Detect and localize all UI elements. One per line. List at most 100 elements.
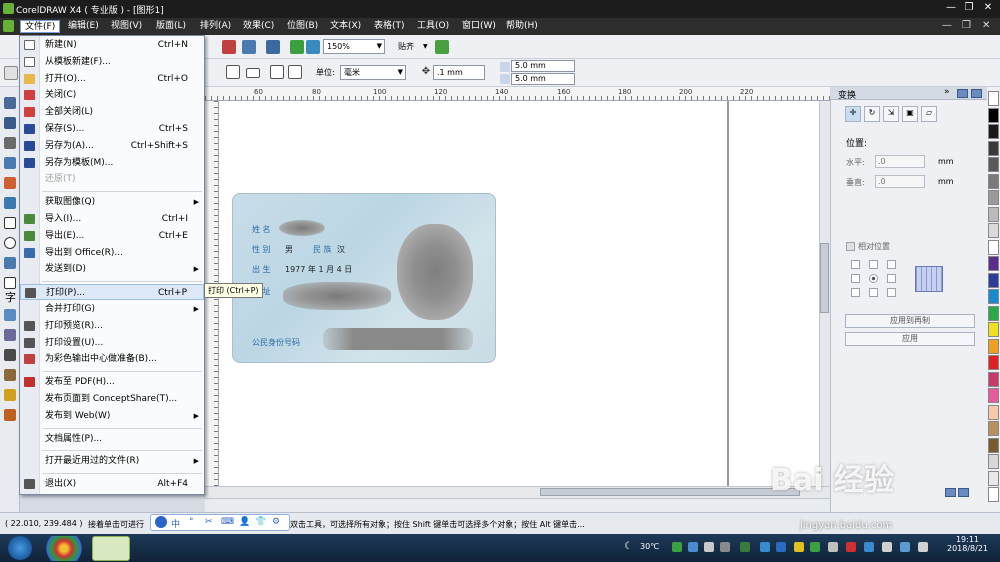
rotate-tab-icon[interactable]: ↻ <box>864 106 880 122</box>
chrome-taskbar-icon[interactable] <box>45 536 83 561</box>
menu-bitmaps[interactable]: 位图(B) <box>283 20 322 33</box>
color-swatch[interactable] <box>988 404 999 420</box>
network-icon[interactable] <box>900 542 910 552</box>
docker-expand-icon[interactable]: » <box>944 87 950 97</box>
color-swatch[interactable] <box>988 272 999 288</box>
coreldraw-taskbar-icon[interactable] <box>92 536 130 561</box>
welcome-icon[interactable] <box>290 40 304 54</box>
menu-view[interactable]: 视图(V) <box>107 20 146 33</box>
basic-shapes-icon[interactable] <box>4 277 16 289</box>
color-swatch[interactable] <box>988 388 999 403</box>
color-swatch[interactable] <box>988 91 999 106</box>
doc-close-button[interactable]: ✕ <box>982 19 990 34</box>
portrait-icon[interactable] <box>226 65 240 79</box>
minimize-button[interactable]: — <box>942 1 960 16</box>
file-menu-item[interactable]: 发布到 Web(W) ▶ <box>20 408 204 424</box>
color-swatch[interactable] <box>988 223 999 238</box>
h-position-input[interactable]: .0 <box>875 155 925 168</box>
zoom-tool-icon[interactable] <box>4 157 16 169</box>
menu-tools[interactable]: 工具(O) <box>413 20 453 33</box>
file-menu-item[interactable]: 打印设置(U)... <box>20 335 204 351</box>
text-tool-icon[interactable]: 字 <box>5 289 17 304</box>
color-swatch[interactable] <box>988 338 999 354</box>
anchor-bl[interactable] <box>851 288 860 297</box>
shape-tool-icon[interactable] <box>4 117 16 129</box>
v-position-input[interactable]: .0 <box>875 175 925 188</box>
select-tool-icon[interactable] <box>4 66 18 80</box>
file-menu-item[interactable]: 另存为模板(M)... <box>20 155 204 171</box>
import-icon[interactable] <box>222 40 236 54</box>
color-swatch[interactable] <box>988 124 999 139</box>
color-swatch[interactable] <box>988 157 999 172</box>
ime-scissors-icon[interactable]: ✂ <box>205 517 213 527</box>
anchor-tr[interactable] <box>887 260 896 269</box>
volume-icon[interactable] <box>918 542 928 552</box>
color-swatch[interactable] <box>988 239 999 255</box>
anchor-tl[interactable] <box>851 260 860 269</box>
nudge-input[interactable]: .1 mm <box>433 65 485 80</box>
color-swatch[interactable] <box>988 173 999 189</box>
chevron-down-icon[interactable]: ▼ <box>423 39 428 54</box>
color-swatch[interactable] <box>988 140 999 156</box>
unit-combo[interactable]: 毫米 ▼ <box>340 65 406 80</box>
zoom-combo[interactable]: 150% ▼ <box>323 39 385 54</box>
horizontal-scroll-thumb[interactable] <box>540 488 800 496</box>
vertical-scroll-thumb[interactable] <box>820 243 829 313</box>
color-swatch[interactable] <box>988 355 999 370</box>
menu-layout[interactable]: 版面(L) <box>152 20 190 33</box>
menu-arrange[interactable]: 排列(A) <box>196 20 235 33</box>
system-clock[interactable]: 19:11 2018/8/21 <box>940 535 995 553</box>
crop-tool-icon[interactable] <box>4 137 16 149</box>
export-icon[interactable] <box>242 40 256 54</box>
menu-window[interactable]: 窗口(W) <box>458 20 500 33</box>
tray-icon-8[interactable] <box>810 542 820 552</box>
ellipse-tool-icon[interactable] <box>4 237 16 249</box>
file-menu-item[interactable]: 另存为(A)... Ctrl+Shift+S <box>20 138 204 154</box>
anchor-mr[interactable] <box>887 274 896 283</box>
tray-icon-7[interactable] <box>794 542 804 552</box>
tray-icon-10[interactable] <box>846 542 856 552</box>
file-menu-item[interactable]: 导出到 Office(R)... <box>20 245 204 261</box>
tray-icon-5[interactable] <box>740 542 750 552</box>
color-swatch[interactable] <box>988 421 999 436</box>
tray-icon-1[interactable] <box>672 542 682 552</box>
options-icon[interactable] <box>435 40 449 54</box>
menu-help[interactable]: 帮助(H) <box>502 20 542 33</box>
tray-icon-4[interactable] <box>720 542 730 552</box>
file-menu-item[interactable]: 获取图像(Q) ▶ <box>20 194 204 210</box>
apply-to-duplicate-button[interactable]: 应用到再制 <box>845 314 975 328</box>
interactive-fill-icon[interactable] <box>4 409 16 421</box>
ime-keyboard-icon[interactable]: ⌨ <box>221 517 234 527</box>
ime-skin-icon[interactable]: 👕 <box>255 517 266 527</box>
docker-close-button[interactable] <box>971 89 982 98</box>
position-tab-icon[interactable]: ✛ <box>845 106 861 122</box>
all-pages-icon[interactable] <box>270 65 284 79</box>
file-menu-item[interactable]: 从模板新建(F)... <box>20 54 204 70</box>
menu-text[interactable]: 文本(X) <box>326 20 365 33</box>
anchor-br[interactable] <box>887 288 896 297</box>
scale-tab-icon[interactable]: ⇲ <box>883 106 899 122</box>
color-swatch[interactable] <box>988 206 999 222</box>
color-swatch[interactable] <box>988 305 999 321</box>
id-card-image[interactable]: 姓 名 性 别 男 民 族 汉 出 生 1977 年 1 月 4 日 住 址 公… <box>232 193 496 363</box>
start-button[interactable] <box>8 536 32 560</box>
file-menu-item[interactable]: 打开最近用过的文件(R) ▶ <box>20 453 204 469</box>
anchor-bc[interactable] <box>869 288 878 297</box>
file-menu-item[interactable]: 导出(E)... Ctrl+E <box>20 228 204 244</box>
docker-minimize-button[interactable] <box>957 89 968 98</box>
menu-file[interactable]: 文件(F) <box>20 20 61 33</box>
tray-icon-6[interactable] <box>776 542 786 552</box>
table-tool-icon[interactable] <box>4 309 16 321</box>
color-swatch[interactable] <box>988 371 999 387</box>
color-swatch[interactable] <box>988 487 999 502</box>
apply-button[interactable]: 应用 <box>845 332 975 346</box>
restore-button[interactable]: ❐ <box>960 1 978 16</box>
file-menu-item[interactable]: 保存(S)... Ctrl+S <box>20 121 204 137</box>
file-menu-item[interactable]: 发送到(D) ▶ <box>20 261 204 277</box>
landscape-icon[interactable] <box>246 68 260 78</box>
color-swatch[interactable] <box>988 454 999 469</box>
ime-chinese-mode[interactable]: 中 <box>171 517 180 530</box>
smart-fill-icon[interactable] <box>4 197 16 209</box>
docker2-close-button[interactable] <box>958 488 969 497</box>
file-menu-item[interactable]: 打印预览(R)... <box>20 318 204 334</box>
